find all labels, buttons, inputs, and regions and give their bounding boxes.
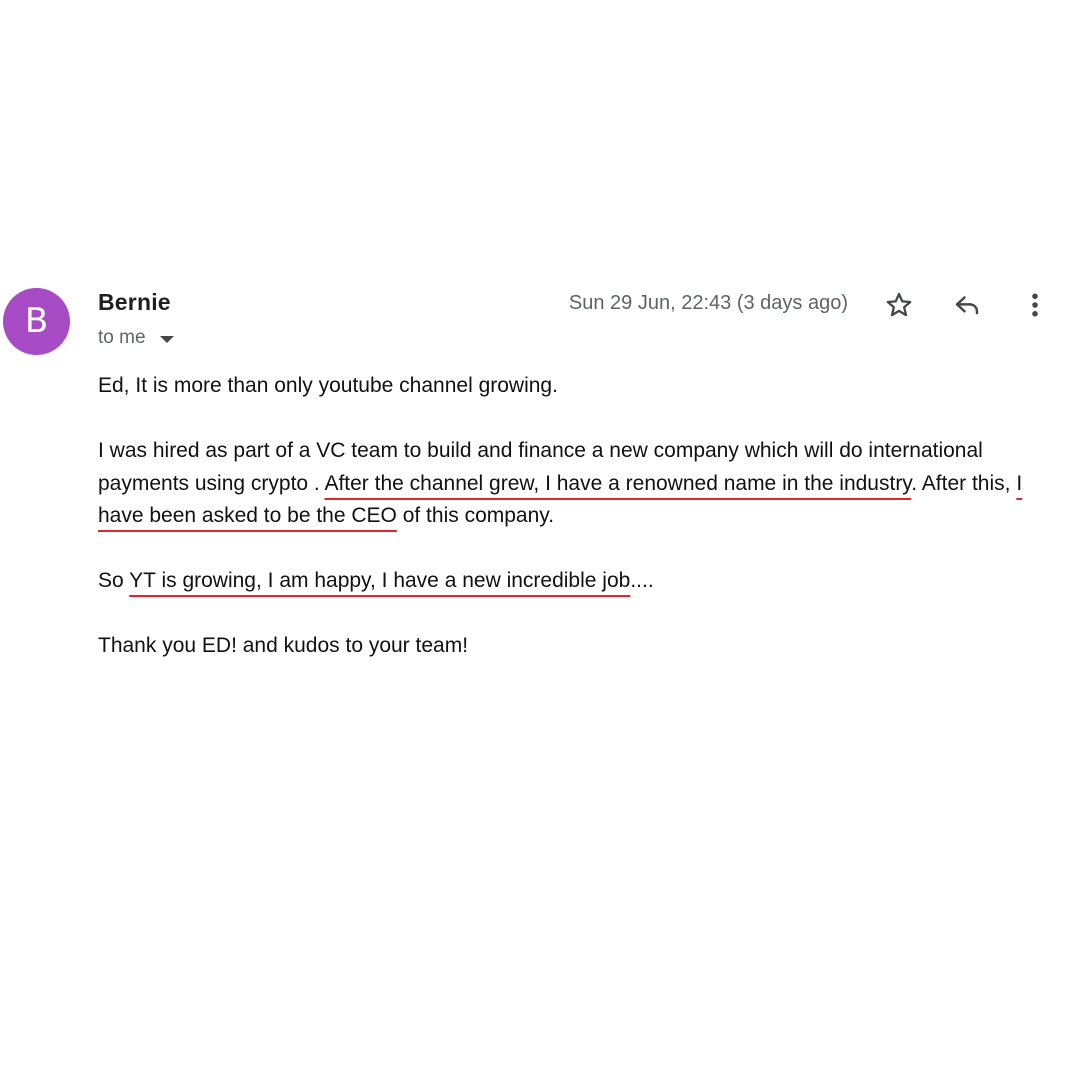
- more-options-button[interactable]: [1016, 286, 1054, 324]
- body-paragraph-3: So YT is growing, I am happy, I have a n…: [98, 565, 1048, 598]
- email-timestamp: Sun 29 Jun, 22:43 (3 days ago): [568, 292, 848, 314]
- body-paragraph-2: I was hired as part of a VC team to buil…: [98, 435, 1048, 533]
- star-button[interactable]: [880, 286, 918, 324]
- body-paragraph-1: Ed, It is more than only youtube channel…: [98, 374, 558, 397]
- star-icon: [886, 292, 912, 317]
- reply-icon: [955, 296, 979, 315]
- recipient-label: to me: [98, 327, 146, 348]
- body-text: . After this,: [911, 471, 1017, 495]
- email-body: Ed, It is more than only youtube channel…: [98, 370, 1048, 695]
- email-message: B Bernie to me Sun 29 Jun, 22:43 (3 days…: [0, 0, 1080, 1080]
- underlined-text: YT is growing, I am happy, I have a new …: [129, 569, 631, 592]
- body-text: So: [98, 569, 130, 592]
- caret-down-icon[interactable]: [159, 335, 174, 343]
- sender-name[interactable]: Bernie: [98, 289, 171, 316]
- recipient-details-toggle[interactable]: to me: [98, 326, 174, 350]
- body-text: ....: [630, 569, 654, 592]
- sender-avatar[interactable]: B: [3, 288, 70, 355]
- body-text: of this company.: [396, 504, 555, 527]
- more-vert-icon: [1032, 293, 1038, 317]
- body-paragraph-4: Thank you ED! and kudos to your team!: [98, 634, 469, 657]
- underlined-text: After the channel grew, I have a renowne…: [324, 471, 912, 495]
- reply-button[interactable]: [948, 286, 986, 324]
